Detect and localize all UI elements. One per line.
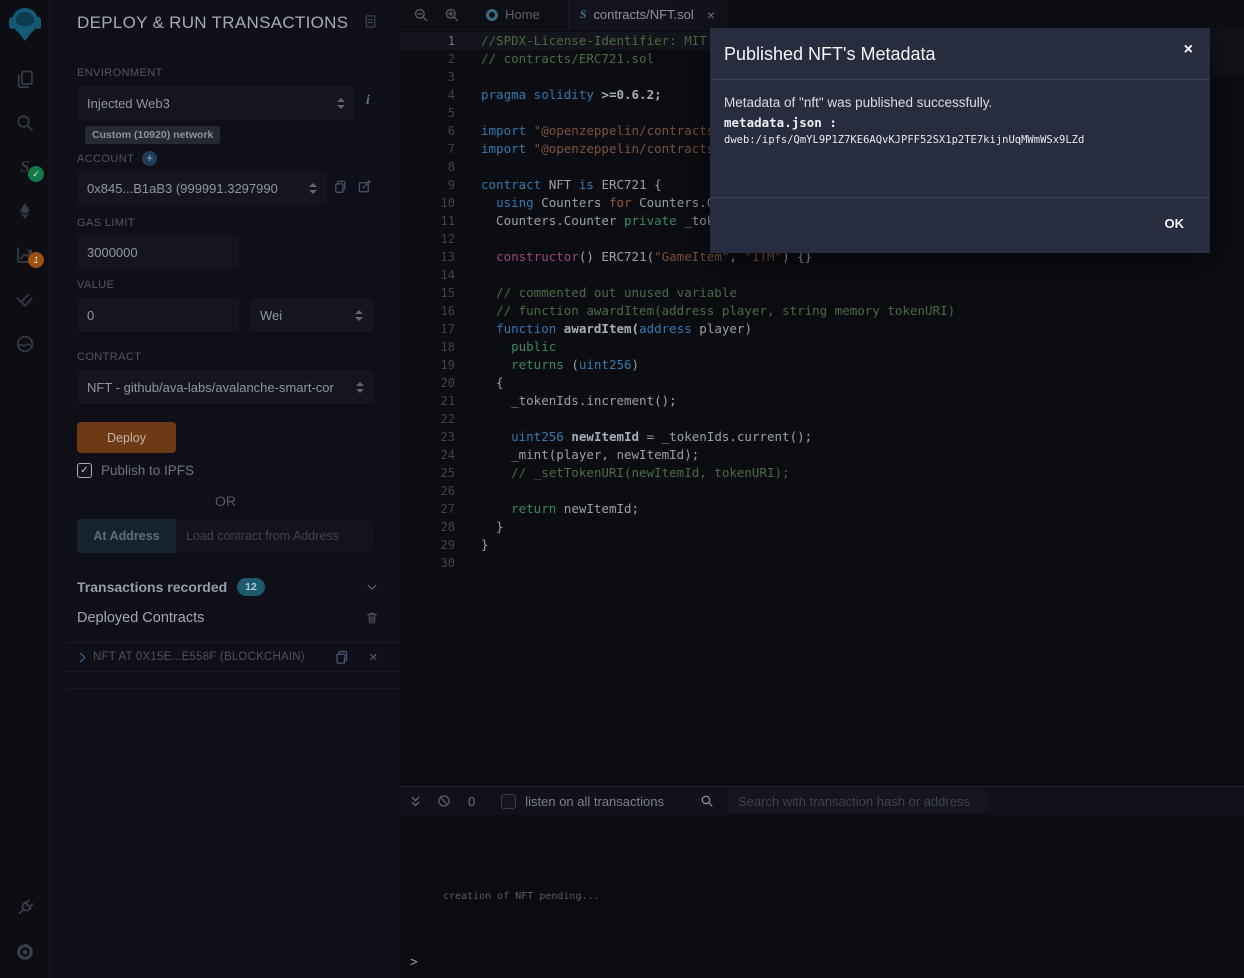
published-metadata-modal: Published NFT's Metadata × Metadata of "… xyxy=(710,28,1210,253)
modal-body: Metadata of "nft" was published successf… xyxy=(710,80,1210,197)
modal-footer: OK xyxy=(710,197,1210,253)
publish-success-message: Metadata of "nft" was published successf… xyxy=(724,95,1196,110)
ok-button[interactable]: OK xyxy=(1165,216,1185,231)
modal-close-icon[interactable]: × xyxy=(1184,41,1193,59)
metadata-filename: metadata.json : xyxy=(724,115,1196,130)
modal-title: Published NFT's Metadata xyxy=(724,44,936,64)
ipfs-link: dweb:/ipfs/QmYL9P1Z7KE6AQvKJPFF52SX1p2TE… xyxy=(724,134,1196,146)
modal-header: Published NFT's Metadata × xyxy=(710,28,1210,80)
